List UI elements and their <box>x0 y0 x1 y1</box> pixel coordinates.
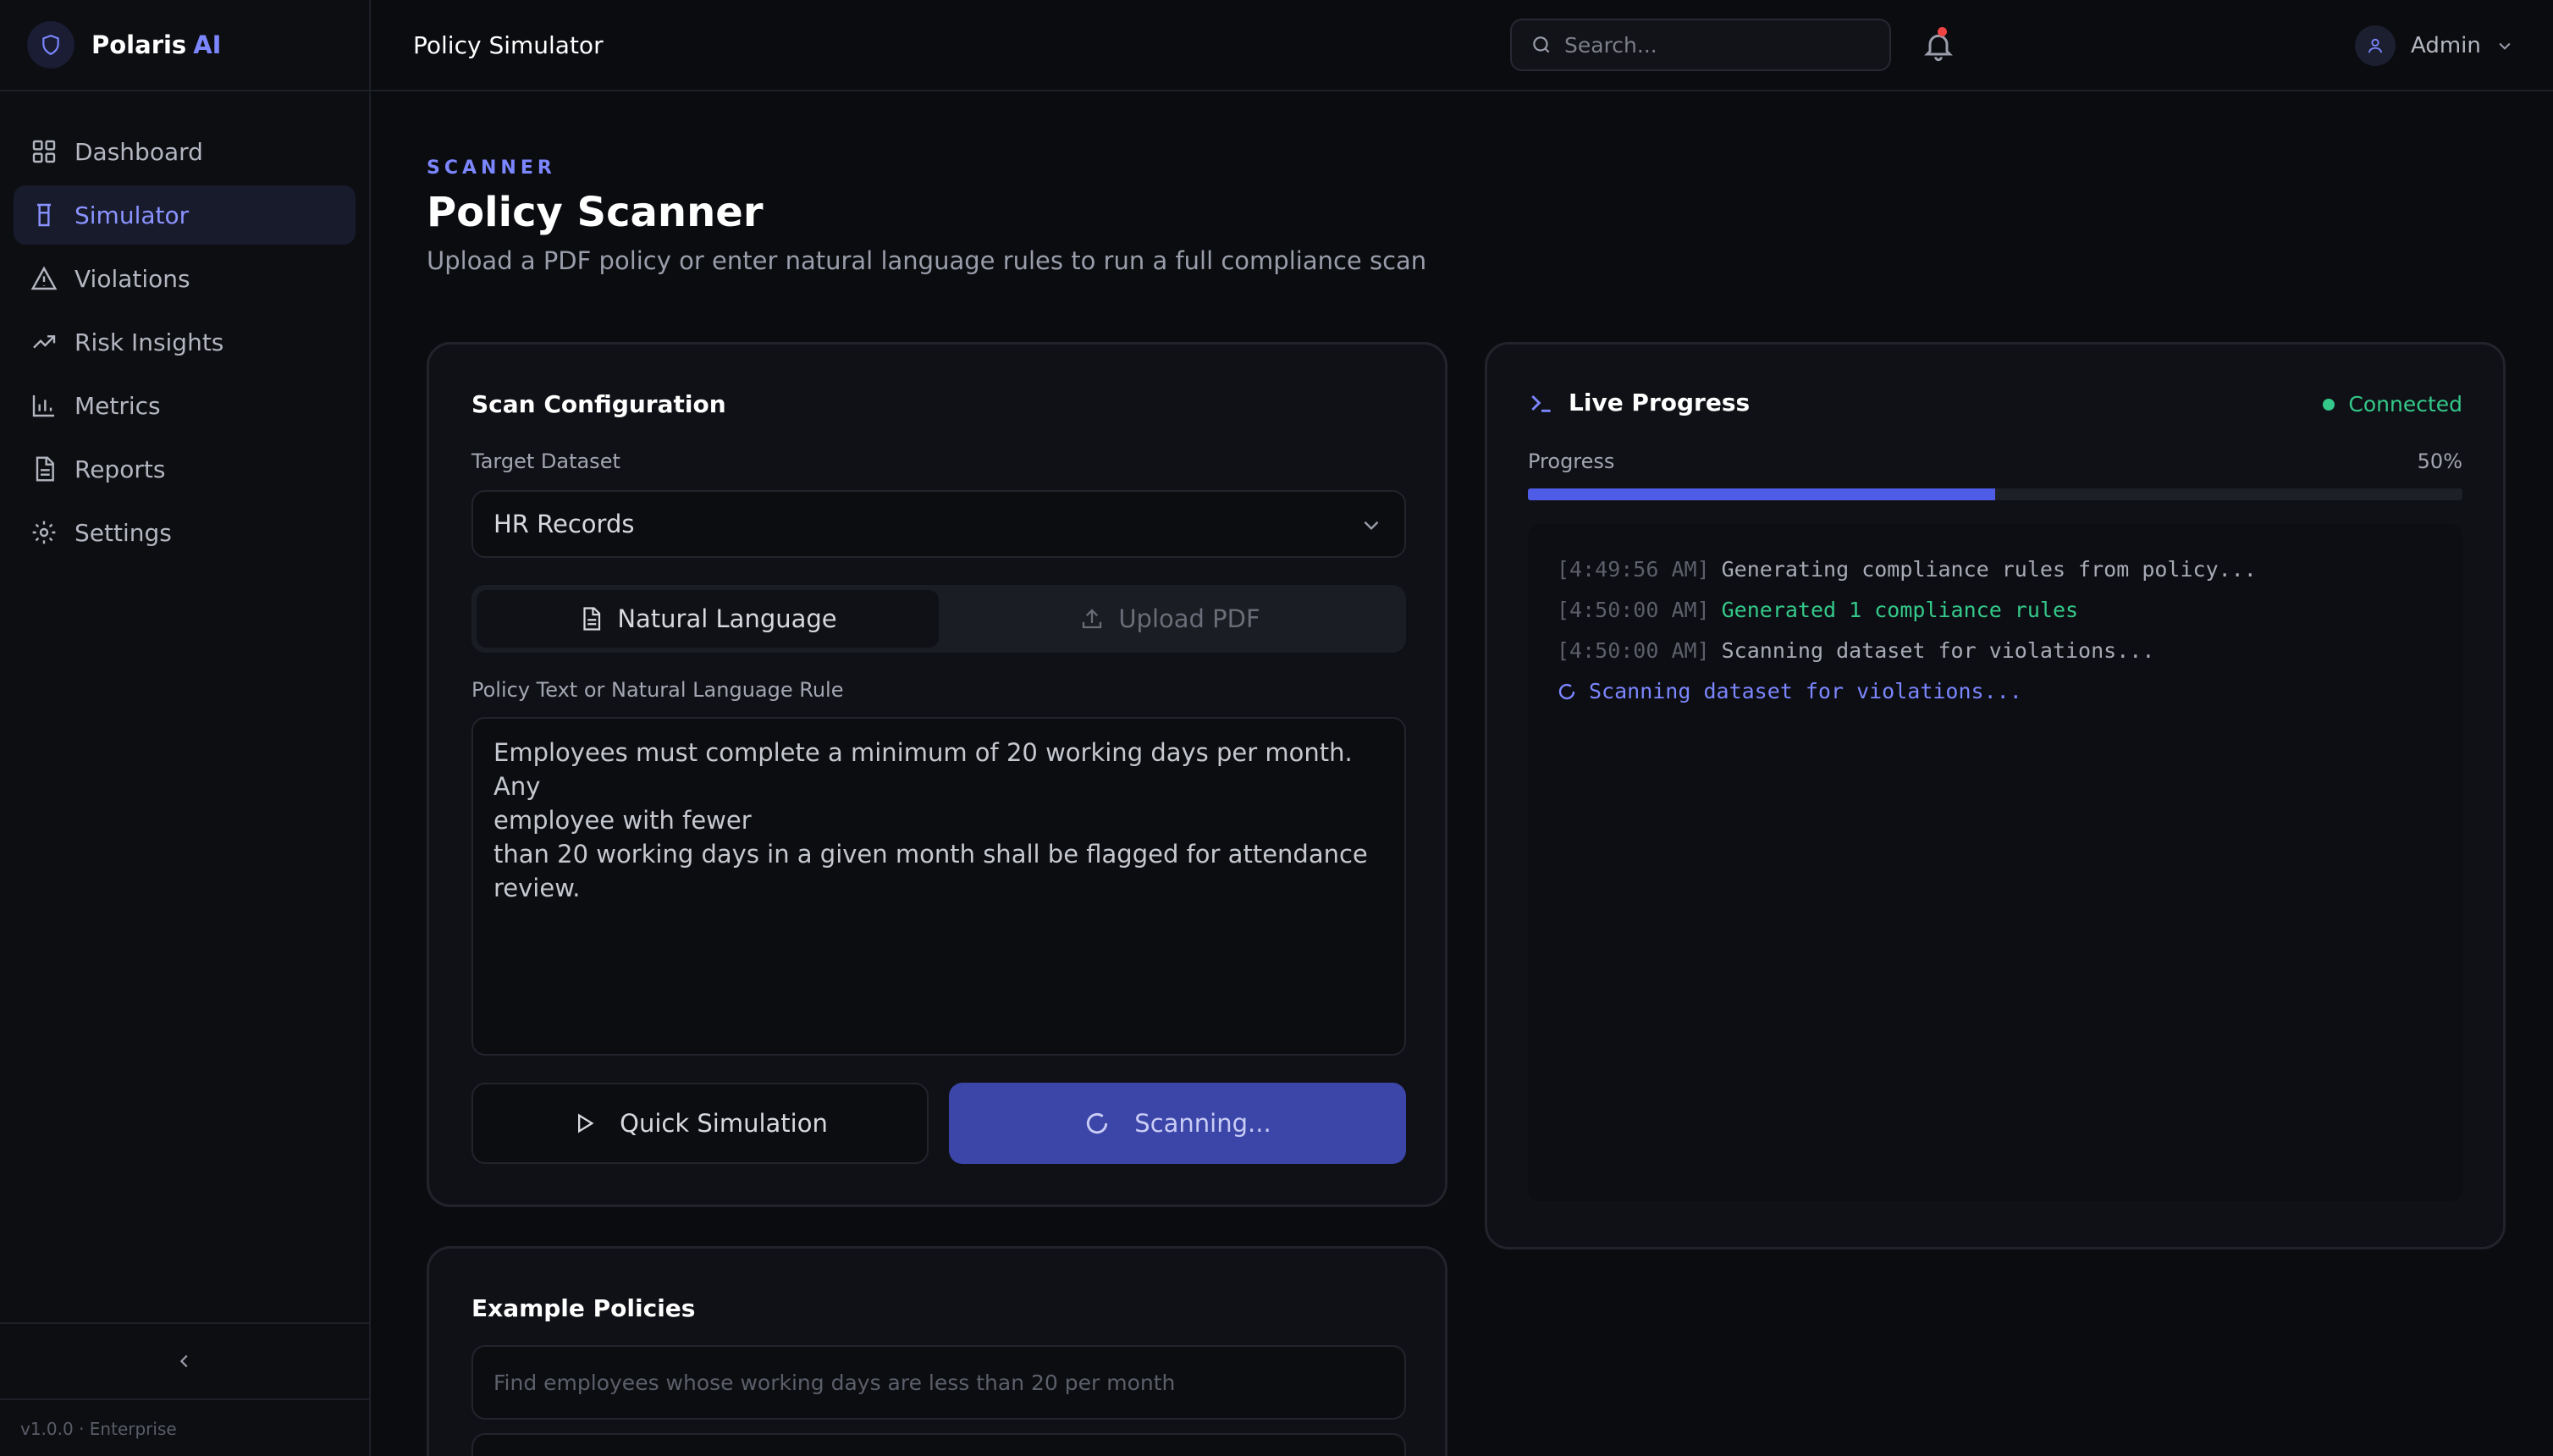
sidebar: Polaris AI Dashboard Simulator Violations… <box>0 0 371 1456</box>
sidebar-item-label: Simulator <box>74 201 190 229</box>
play-icon <box>578 1113 594 1133</box>
example-policy-item[interactable] <box>471 1433 1406 1456</box>
input-mode-toggle: Natural Language Upload PDF <box>471 585 1406 653</box>
log-message: Scanning dataset for violations... <box>1721 638 2155 663</box>
user-name: Admin <box>2411 33 2481 58</box>
status-dot <box>2323 398 2335 411</box>
grid-icon <box>32 140 56 163</box>
card-title: Example Policies <box>471 1294 696 1322</box>
terminal-icon <box>1531 394 1551 412</box>
card-title: Live Progress <box>1569 389 1751 416</box>
progress-label: Progress <box>1528 449 1615 473</box>
bar-chart-icon <box>32 395 54 417</box>
policy-textarea[interactable]: Employees must complete a minimum of 20 … <box>471 717 1406 1056</box>
trending-up-icon <box>33 335 56 349</box>
progress-bar-fill <box>1528 488 1995 500</box>
sidebar-nav: Dashboard Simulator Violations Risk Insi… <box>0 91 369 562</box>
chevron-left-icon <box>179 1354 188 1368</box>
tab-label: Natural Language <box>617 604 837 633</box>
dataset-select[interactable]: HR Records <box>471 490 1406 558</box>
connection-status: Connected <box>2323 392 2462 416</box>
policy-text-line: employee with fewer <box>494 806 752 835</box>
sidebar-item-label: Dashboard <box>74 137 203 166</box>
log-console: [4:49:56 AM] Generating compliance rules … <box>1528 524 2462 1201</box>
brand-name-text: Polaris <box>91 30 187 59</box>
log-line: [4:49:56 AM] Generating compliance rules … <box>1557 549 2434 590</box>
sidebar-item-label: Settings <box>74 518 172 547</box>
card-title: Scan Configuration <box>471 390 726 418</box>
example-policies-card: Example Policies Find employees whose wo… <box>427 1246 1447 1456</box>
page-header-title: Policy Simulator <box>413 30 604 59</box>
search-input[interactable] <box>1564 32 1869 58</box>
policy-text-label: Policy Text or Natural Language Rule <box>471 678 844 702</box>
log-message: Generating compliance rules from policy.… <box>1721 557 2257 582</box>
live-progress-header: Live Progress <box>1528 389 1750 416</box>
topbar: Policy Simulator <box>371 0 2553 91</box>
sidebar-item-reports[interactable]: Reports <box>14 439 356 499</box>
example-policy-item[interactable]: Find employees whose working days are le… <box>471 1345 1406 1420</box>
policy-text-line: Employees must complete a minimum of 20 … <box>494 738 1353 801</box>
collapse-sidebar-button[interactable] <box>0 1322 369 1400</box>
search-box[interactable] <box>1510 19 1891 71</box>
sidebar-item-dashboard[interactable]: Dashboard <box>14 122 356 181</box>
sidebar-item-metrics[interactable]: Metrics <box>14 376 356 435</box>
user-menu[interactable]: Admin <box>2355 25 2513 66</box>
sidebar-item-label: Risk Insights <box>74 328 224 356</box>
log-line: [4:50:00 AM] Generated 1 compliance rules <box>1557 590 2434 631</box>
sidebar-item-label: Violations <box>74 264 190 293</box>
progress-percent: 50% <box>2417 449 2462 473</box>
quick-simulation-button[interactable]: Quick Simulation <box>471 1083 929 1164</box>
live-progress-card: Live Progress Connected Progress 50% [4:… <box>1485 342 2506 1249</box>
sidebar-item-risk-insights[interactable]: Risk Insights <box>14 312 356 372</box>
tab-upload-pdf[interactable]: Upload PDF <box>939 590 1401 648</box>
button-label: Quick Simulation <box>620 1109 828 1138</box>
brand-name: Polaris AI <box>91 30 221 59</box>
log-timestamp: [4:49:56 AM] <box>1557 557 1710 582</box>
upload-icon <box>1083 609 1102 629</box>
brand[interactable]: Polaris AI <box>0 0 369 91</box>
flask-icon <box>37 203 51 227</box>
shield-icon <box>27 21 74 69</box>
log-message: Scanning dataset for violations... <box>1589 679 2022 703</box>
notification-badge <box>1938 27 1947 36</box>
page-header: SCANNER Policy Scanner Upload a PDF poli… <box>427 157 1426 275</box>
tab-natural-language[interactable]: Natural Language <box>477 590 939 648</box>
dataset-value: HR Records <box>494 510 635 538</box>
policy-text-line: than 20 working days in a given month sh… <box>494 840 1368 902</box>
button-label: Scanning... <box>1134 1109 1271 1138</box>
search-icon <box>1533 36 1550 53</box>
page-eyebrow: SCANNER <box>427 157 556 179</box>
user-icon <box>2355 25 2396 66</box>
document-icon <box>36 456 54 482</box>
page-title: Policy Scanner <box>427 189 764 236</box>
document-icon <box>583 607 601 631</box>
sidebar-item-settings[interactable]: Settings <box>14 503 356 562</box>
page-subtitle: Upload a PDF policy or enter natural lan… <box>427 246 1427 275</box>
spinner-icon <box>1087 1112 1108 1134</box>
example-policy-text: Find employees whose working days are le… <box>494 1370 1176 1395</box>
sidebar-item-label: Metrics <box>74 391 161 420</box>
scan-configuration-card: Scan Configuration Target Dataset HR Rec… <box>427 342 1447 1207</box>
log-line-active: Scanning dataset for violations... <box>1557 671 2434 712</box>
log-timestamp: [4:50:00 AM] <box>1557 638 1710 663</box>
log-message: Generated 1 compliance rules <box>1721 598 2079 622</box>
version-label: v1.0.0 · Enterprise <box>20 1419 177 1439</box>
warning-icon <box>30 266 58 290</box>
dataset-label: Target Dataset <box>471 449 620 473</box>
spinner-icon <box>1558 683 1575 700</box>
sidebar-item-simulator[interactable]: Simulator <box>14 185 356 245</box>
progress-bar <box>1528 488 2462 500</box>
log-timestamp: [4:50:00 AM] <box>1557 598 1710 622</box>
scanning-button[interactable]: Scanning... <box>949 1083 1406 1164</box>
brand-accent: AI <box>193 30 222 59</box>
gear-icon <box>32 521 56 544</box>
tab-label: Upload PDF <box>1118 604 1260 633</box>
chevron-down-icon <box>2499 42 2511 50</box>
log-line: [4:50:00 AM] Scanning dataset for violati… <box>1557 631 2434 671</box>
sidebar-item-label: Reports <box>74 455 166 483</box>
status-text: Connected <box>2348 392 2462 416</box>
chevron-down-icon <box>1364 521 1379 531</box>
sidebar-item-violations[interactable]: Violations <box>14 249 356 308</box>
